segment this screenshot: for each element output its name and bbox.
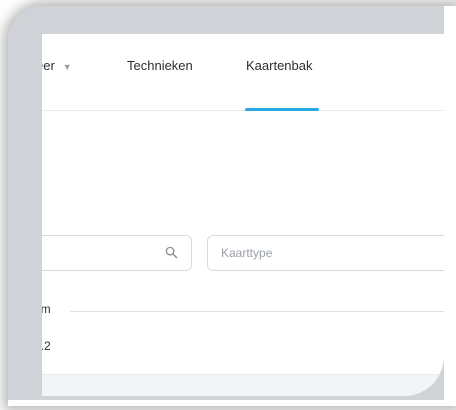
nav-item-label: eer xyxy=(42,58,55,73)
nav-item-dropdown[interactable]: eer ▼ xyxy=(42,58,72,73)
top-navigation: eer ▼ Technieken Kaartenbak xyxy=(42,34,444,111)
nav-item-kaartenbak[interactable]: Kaartenbak xyxy=(246,58,313,73)
nav-item-technieken[interactable]: Technieken xyxy=(127,58,193,73)
search-input[interactable] xyxy=(42,235,192,271)
nav-item-label: Technieken xyxy=(127,58,193,73)
table-row[interactable] xyxy=(42,374,444,396)
section-label: am xyxy=(42,302,57,316)
chevron-down-icon: ▼ xyxy=(62,61,72,72)
screen-frame: eer ▼ Technieken Kaartenbak am 1.2 xyxy=(8,6,444,400)
nav-item-label: Kaartenbak xyxy=(246,58,313,73)
section-divider xyxy=(70,311,444,312)
search-icon[interactable] xyxy=(165,246,178,259)
list-item-value: 1.2 xyxy=(42,339,51,353)
app-screen: eer ▼ Technieken Kaartenbak am 1.2 xyxy=(42,34,444,396)
active-tab-indicator xyxy=(245,108,319,111)
card-type-filter[interactable] xyxy=(207,235,444,271)
card-type-input[interactable] xyxy=(208,236,444,270)
